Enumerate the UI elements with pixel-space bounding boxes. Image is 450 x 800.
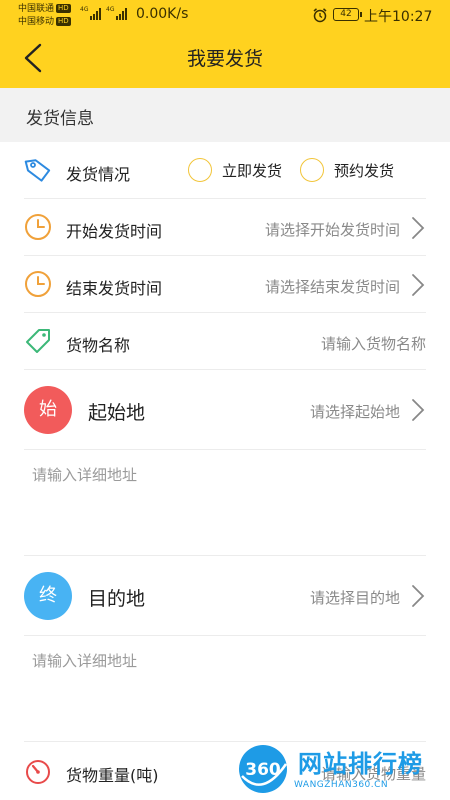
destination-row[interactable]: 终 目的地 请选择目的地 [24,556,426,636]
chevron-right-icon [412,585,425,607]
top-bar: 中国联通 HD 中国移动 HD 4G 4G 0.00K/s 42 上午10:27 我… [0,0,450,88]
network-speed: 0.00K/s [136,6,189,22]
radio-immediate[interactable]: 立即发货 [188,158,282,182]
watermark-subtitle: WANGZHAN360.CN [294,780,389,790]
goods-name-label: 货物名称 [66,336,131,355]
signal-icon: 4G [106,6,127,20]
radio-circle[interactable] [300,158,324,182]
chevron-right-icon [412,217,425,239]
destination-label: 目的地 [88,588,146,610]
start-time-placeholder: 请选择开始发货时间 [264,221,400,239]
svg-text:4G: 4G [106,6,115,13]
carrier-2: 中国移动 [18,17,55,27]
section-title: 发货信息 [26,109,94,129]
shipping-status-row: 发货情况 立即发货 预约发货 [24,142,426,199]
goods-name-input[interactable]: 请输入货物名称 [321,333,426,354]
svg-text:4G: 4G [80,6,89,13]
carrier-info: 中国联通 HD 中国移动 HD [18,3,71,29]
signal-icon: 4G [80,6,101,20]
carrier-1: 中国联通 [18,4,55,14]
destination-address-area[interactable]: 请输入详细地址 [24,636,426,742]
page-title: 我要发货 [186,48,263,70]
price-tag-icon [26,329,50,353]
section-header: 发货信息 [0,88,450,142]
clock-icon [25,214,51,240]
alarm-icon [313,8,327,23]
logo-360-icon: 360 [239,745,288,793]
destination-placeholder: 请选择目的地 [309,589,400,607]
tag-icon [24,159,51,182]
origin-address-input[interactable]: 请输入详细地址 [32,464,137,485]
hd-badge: HD [56,17,71,26]
watermark: 360 网站排行榜 WANGZHAN360.CN [236,742,450,800]
start-time-label: 开始发货时间 [66,222,163,241]
origin-label: 起始地 [88,402,146,424]
end-time-label: 结束发货时间 [66,279,163,298]
shipping-status-label: 发货情况 [66,165,131,184]
watermark-logo-text: 360 [245,760,281,780]
watermark-title: 网站排行榜 [298,750,423,778]
origin-row[interactable]: 始 起始地 请选择起始地 [24,370,426,450]
radio-scheduled-label: 预约发货 [334,161,395,180]
clock-icon [25,271,51,297]
start-time-row[interactable]: 开始发货时间 请选择开始发货时间 [24,199,426,256]
destination-address-input[interactable]: 请输入详细地址 [32,650,137,671]
clock: 上午10:27 [364,9,433,25]
origin-address-area[interactable]: 请输入详细地址 [24,450,426,556]
status-bar: 中国联通 HD 中国移动 HD 4G 4G 0.00K/s 42 上午10:27 [0,0,450,32]
chevron-right-icon [412,274,425,296]
radio-immediate-label: 立即发货 [222,161,283,180]
goods-name-row[interactable]: 货物名称 请输入货物名称 [24,313,426,370]
gauge-icon [26,760,50,784]
destination-badge: 终 [24,572,72,620]
end-time-placeholder: 请选择结束发货时间 [264,278,400,296]
origin-badge: 始 [24,386,72,434]
hd-badge: HD [56,4,71,13]
end-time-row[interactable]: 结束发货时间 请选择结束发货时间 [24,256,426,313]
origin-placeholder: 请选择起始地 [309,403,400,421]
weight-label: 货物重量(吨) [66,766,159,785]
chevron-right-icon [412,399,425,421]
radio-circle[interactable] [188,158,212,182]
battery-icon: 42 [333,8,362,21]
radio-scheduled[interactable]: 预约发货 [300,158,394,182]
